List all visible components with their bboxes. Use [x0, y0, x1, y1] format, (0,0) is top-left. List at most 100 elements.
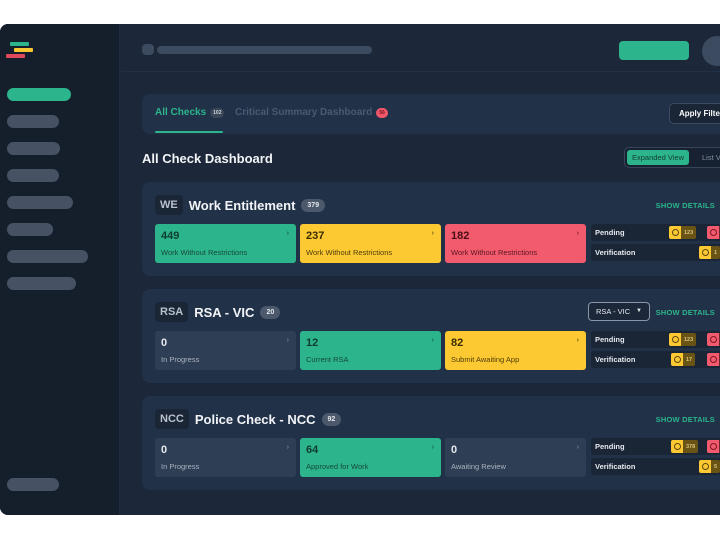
stat-card[interactable]: 0 In Progress ›	[155, 331, 296, 370]
stat-card[interactable]: 12 Current RSA ›	[300, 331, 441, 370]
status-chip[interactable]: 3	[707, 440, 720, 453]
section-abbr: WE	[155, 195, 183, 215]
status-row-pending[interactable]: Pending 378 3	[591, 438, 720, 455]
stat-card[interactable]: 449 Work Without Restrictions ›	[155, 224, 296, 263]
status-chip[interactable]: 5	[707, 226, 720, 239]
stat-card[interactable]: 82 Submit Awaiting App ›	[445, 331, 586, 370]
status-chip[interactable]: 17	[671, 353, 696, 366]
status-label: Pending	[595, 228, 625, 237]
chevron-right-icon: ›	[286, 337, 289, 344]
stat-label: Approved for Work	[306, 462, 369, 471]
status-label: Pending	[595, 442, 625, 451]
tab-label: All Checks	[155, 107, 207, 118]
sidebar-item-7[interactable]	[7, 250, 88, 263]
logo-bar-yellow	[14, 48, 33, 52]
stat-label: In Progress	[161, 462, 200, 471]
status-row-verification[interactable]: Verification 5	[591, 458, 720, 475]
status-chip[interactable]: 123	[669, 226, 697, 239]
status-label: Pending	[595, 335, 625, 344]
stat-card[interactable]: 237 Work Without Restrictions ›	[300, 224, 441, 263]
stat-card[interactable]: 64 Approved for Work ›	[300, 438, 441, 477]
avatar[interactable]	[702, 36, 720, 66]
page-title: All Check Dashboard	[142, 151, 273, 166]
tab-critical-summary[interactable]: Critical Summary Dashboard 56	[235, 107, 388, 118]
stat-value: 12	[306, 337, 319, 349]
status-chip[interactable]: 123	[669, 333, 697, 346]
section-police-check-ncc: NCC Police Check - NCC 92 SHOW DETAILS 0…	[142, 396, 720, 490]
show-details-link[interactable]: SHOW DETAILS	[656, 415, 715, 424]
sidebar-item-bottom[interactable]	[7, 478, 59, 491]
section-title: RSA - VIC	[194, 304, 255, 320]
chevron-right-icon: ›	[576, 230, 579, 237]
stat-value: 449	[161, 230, 180, 242]
stat-label: Awaiting Review	[451, 462, 506, 471]
section-work-entitlement: WE Work Entitlement 379 SHOW DETAILS 449…	[142, 182, 720, 276]
show-details-link[interactable]: SHOW DETAILS	[656, 201, 715, 210]
status-row-verification[interactable]: Verification 1	[591, 244, 720, 261]
tab-all-checks[interactable]: All Checks 102	[155, 107, 225, 118]
chevron-right-icon: ›	[431, 337, 434, 344]
status-label: Verification	[595, 462, 636, 471]
alert-icon	[699, 460, 711, 473]
clock-icon	[671, 440, 683, 453]
chevron-right-icon: ›	[576, 337, 579, 344]
sidebar-item-4[interactable]	[7, 169, 59, 182]
caret-down-icon: ▼	[636, 308, 642, 314]
status-label: Verification	[595, 355, 636, 364]
status-chip[interactable]: 378	[671, 440, 699, 453]
status-chip[interactable]: 4	[707, 353, 720, 366]
status-row-pending[interactable]: Pending 123 5	[591, 224, 720, 241]
stat-value: 0	[161, 444, 168, 456]
alert-icon	[671, 353, 683, 366]
stat-card[interactable]: 0 Awaiting Review ›	[445, 438, 586, 477]
show-details-link[interactable]: SHOW DETAILS	[656, 308, 715, 317]
sidebar-item-8[interactable]	[7, 277, 76, 290]
sidebar-item-1[interactable]	[7, 88, 71, 101]
stat-card[interactable]: 0 In Progress ›	[155, 438, 296, 477]
status-row-verification[interactable]: Verification 17 4	[591, 351, 720, 368]
sidebar-item-2[interactable]	[7, 115, 59, 128]
chevron-right-icon: ›	[431, 444, 434, 451]
sidebar	[0, 24, 120, 515]
app-window: All Checks 102 Critical Summary Dashboar…	[0, 24, 720, 515]
section-count-badge: 379	[301, 198, 326, 212]
chip-value: 123	[681, 333, 697, 346]
stat-value: 182	[451, 230, 470, 242]
chevron-right-icon: ›	[431, 230, 434, 237]
list-view-button[interactable]: List View	[697, 150, 720, 165]
sidebar-item-6[interactable]	[7, 223, 53, 236]
stat-card[interactable]: 182 Work Without Restrictions ›	[445, 224, 586, 263]
chip-value: 5	[711, 460, 720, 473]
apply-filters-button[interactable]: Apply Filters	[669, 103, 720, 124]
status-chip[interactable]: 1	[699, 246, 720, 259]
section-count-badge: 92	[321, 412, 342, 426]
logo-bar-red	[6, 54, 25, 58]
sidebar-item-3[interactable]	[7, 142, 60, 155]
primary-action-button[interactable]	[619, 41, 689, 60]
region-select[interactable]: RSA - VIC ▼	[588, 302, 650, 321]
status-chip[interactable]: 5	[699, 460, 720, 473]
app-logo[interactable]	[6, 42, 36, 62]
status-chip[interactable]: 5	[707, 333, 720, 346]
section-title: Work Entitlement	[188, 197, 296, 213]
logo-bar-green	[10, 42, 29, 46]
clock-icon	[707, 226, 719, 239]
status-row-pending[interactable]: Pending 123 5	[591, 331, 720, 348]
clock-icon	[707, 440, 719, 453]
stat-label: Work Without Restrictions	[451, 248, 538, 257]
section-rsa-vic: RSA RSA - VIC 20 RSA - VIC ▼ SHOW DETAIL…	[142, 289, 720, 383]
stat-value: 237	[306, 230, 325, 242]
stat-value: 0	[451, 444, 458, 456]
active-tab-indicator	[155, 131, 223, 133]
section-header: NCC Police Check - NCC 92	[155, 409, 342, 429]
section-abbr: RSA	[155, 302, 189, 322]
stat-label: Work Without Restrictions	[306, 248, 393, 257]
stat-value: 64	[306, 444, 319, 456]
expanded-view-button[interactable]: Expanded View	[627, 150, 689, 165]
clock-icon	[707, 333, 719, 346]
clock-icon	[669, 333, 681, 346]
sidebar-item-5[interactable]	[7, 196, 73, 209]
region-select-value: RSA - VIC	[596, 307, 631, 316]
stat-label: Submit Awaiting App	[451, 355, 520, 364]
stat-value: 0	[161, 337, 168, 349]
